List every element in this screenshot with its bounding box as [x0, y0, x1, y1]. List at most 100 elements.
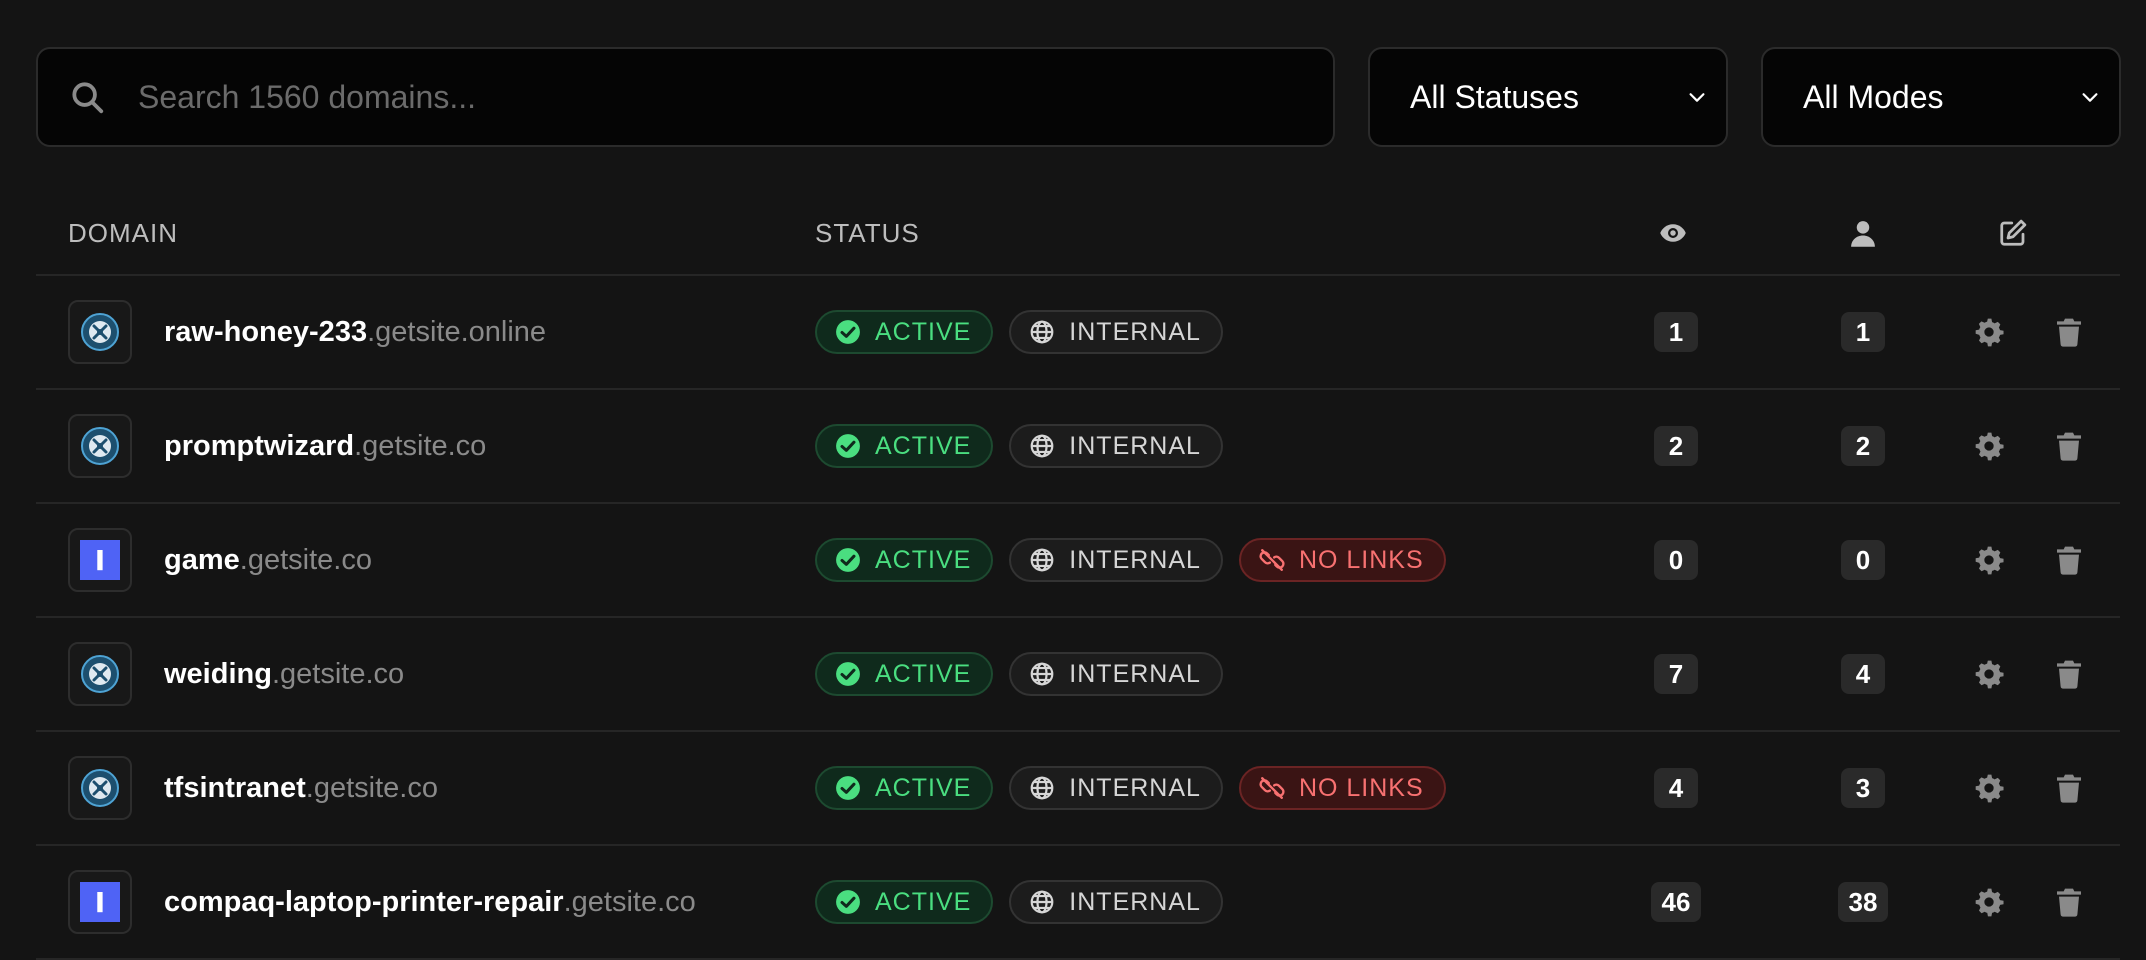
internal-label: INTERNAL — [1069, 545, 1201, 574]
domain-favicon — [68, 642, 132, 706]
trash-icon — [2057, 888, 2081, 917]
settings-button[interactable] — [1973, 846, 2005, 958]
badge-logo-icon — [81, 769, 119, 807]
eye-icon — [1660, 224, 1686, 242]
domain-link[interactable]: promptwizard.getsite.co — [164, 430, 486, 463]
domain-favicon — [68, 756, 132, 820]
domain-root: .getsite.online — [367, 315, 547, 348]
active-status-badge: ACTIVE — [815, 652, 994, 696]
status-badges: ACTIVE INTERNAL NO LINKS — [815, 732, 1462, 844]
letter-i-icon: I — [80, 540, 120, 580]
check-circle-icon — [836, 320, 860, 344]
users-count: 1 — [1841, 312, 1885, 352]
globe-icon — [1030, 890, 1054, 914]
gear-icon — [1975, 774, 2004, 803]
trash-icon — [2057, 660, 2081, 689]
domain-link[interactable]: weiding.getsite.co — [164, 658, 404, 691]
table-row[interactable]: weiding.getsite.co ACTIVE INTERNAL 7 4 — [36, 618, 2120, 732]
domain-root: .getsite.co — [563, 885, 696, 918]
active-label: ACTIVE — [875, 431, 972, 460]
badge-logo-icon — [81, 655, 119, 693]
settings-button[interactable] — [1973, 504, 2005, 616]
search-input[interactable] — [136, 77, 1333, 117]
globe-icon — [1030, 548, 1054, 572]
domain-subdomain: tfsintranet — [164, 771, 306, 804]
internal-mode-badge: INTERNAL — [1009, 310, 1223, 354]
chevron-down-icon — [2082, 93, 2098, 102]
gear-icon — [1975, 660, 2004, 689]
views-count: 46 — [1650, 882, 1702, 922]
table-row[interactable]: Icompaq-laptop-printer-repair.getsite.co… — [36, 846, 2120, 960]
delete-button[interactable] — [2053, 504, 2085, 616]
active-status-badge: ACTIVE — [815, 310, 994, 354]
active-label: ACTIVE — [875, 317, 972, 346]
active-label: ACTIVE — [875, 773, 972, 802]
table-row[interactable]: raw-honey-233.getsite.online ACTIVE INTERN… — [36, 276, 2120, 390]
settings-button[interactable] — [1973, 618, 2005, 730]
edit-icon — [2000, 219, 2027, 246]
check-circle-icon — [836, 548, 860, 572]
delete-button[interactable] — [2053, 732, 2085, 844]
trash-icon — [2057, 432, 2081, 461]
column-header-views — [1658, 190, 1688, 276]
views-count: 4 — [1654, 768, 1698, 808]
unlink-icon — [1259, 777, 1285, 799]
domain-favicon: I — [68, 528, 132, 592]
globe-icon — [1030, 320, 1054, 344]
delete-button[interactable] — [2053, 846, 2085, 958]
no-links-label: NO LINKS — [1298, 545, 1424, 574]
delete-button[interactable] — [2053, 618, 2085, 730]
domain-subdomain: promptwizard — [164, 429, 355, 462]
settings-button[interactable] — [1973, 390, 2005, 502]
table-row[interactable]: Igame.getsite.co ACTIVE INTERNAL NO LINKS 0 0 — [36, 504, 2120, 618]
domain-favicon — [68, 300, 132, 364]
settings-button[interactable] — [1973, 276, 2005, 388]
settings-button[interactable] — [1973, 732, 2005, 844]
domain-favicon: I — [68, 870, 132, 934]
column-header-status: STATUS — [815, 217, 920, 248]
active-status-badge: ACTIVE — [815, 424, 994, 468]
domain-link[interactable]: raw-honey-233.getsite.online — [164, 316, 546, 349]
column-header-domain: DOMAIN — [68, 217, 178, 248]
status-filter-value: All Statuses — [1410, 78, 1579, 115]
no-links-badge: NO LINKS — [1238, 766, 1446, 810]
active-label: ACTIVE — [875, 887, 972, 916]
trash-icon — [2057, 774, 2081, 803]
delete-button[interactable] — [2053, 276, 2085, 388]
active-status-badge: ACTIVE — [815, 766, 994, 810]
active-status-badge: ACTIVE — [815, 538, 994, 582]
letter-i-icon: I — [80, 882, 120, 922]
mode-filter-select[interactable]: All Modes — [1761, 47, 2121, 147]
internal-label: INTERNAL — [1069, 317, 1201, 346]
table-row[interactable]: promptwizard.getsite.co ACTIVE INTERNAL 2 2 — [36, 390, 2120, 504]
domain-root: .getsite.co — [271, 657, 405, 690]
status-badges: ACTIVE INTERNAL — [815, 390, 1239, 502]
gear-icon — [1975, 888, 2004, 917]
trash-icon — [2057, 318, 2081, 347]
no-links-badge: NO LINKS — [1238, 538, 1446, 582]
domain-link[interactable]: game.getsite.co — [164, 544, 372, 577]
active-status-badge: ACTIVE — [815, 880, 994, 924]
users-count: 3 — [1841, 768, 1885, 808]
filter-bar: All Statuses All Modes — [36, 47, 2121, 147]
status-badges: ACTIVE INTERNAL — [815, 618, 1239, 730]
globe-icon — [1030, 776, 1054, 800]
domain-link[interactable]: tfsintranet.getsite.co — [164, 772, 438, 805]
gear-icon — [1975, 318, 2004, 347]
internal-label: INTERNAL — [1069, 887, 1201, 916]
user-icon — [1851, 221, 1875, 247]
internal-label: INTERNAL — [1069, 659, 1201, 688]
globe-icon — [1030, 434, 1054, 458]
status-filter-select[interactable]: All Statuses — [1368, 47, 1728, 147]
active-label: ACTIVE — [875, 545, 972, 574]
column-header-users — [1848, 190, 1878, 276]
domain-link[interactable]: compaq-laptop-printer-repair.getsite.co — [164, 886, 696, 919]
delete-button[interactable] — [2053, 390, 2085, 502]
search-box[interactable] — [36, 47, 1335, 147]
views-count: 0 — [1654, 540, 1698, 580]
domain-subdomain: compaq-laptop-printer-repair — [164, 885, 564, 918]
views-count: 2 — [1654, 426, 1698, 466]
users-count: 4 — [1841, 654, 1885, 694]
table-row[interactable]: tfsintranet.getsite.co ACTIVE INTERNAL NO L… — [36, 732, 2120, 846]
domain-favicon — [68, 414, 132, 478]
